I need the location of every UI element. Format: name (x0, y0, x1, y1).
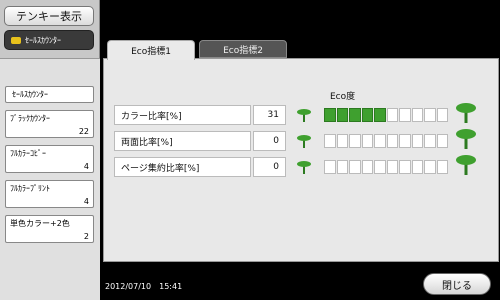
eco-level-segment (336, 160, 348, 174)
row-label: 両面比率[%] (114, 131, 251, 151)
eco-level-bar (324, 160, 448, 174)
large-tree-icon (456, 129, 476, 149)
row-value: 31 (253, 105, 286, 125)
indicator-icon (11, 36, 21, 44)
eco-level-segment (411, 160, 423, 174)
eco-level-segment (386, 160, 398, 174)
tab-eco-index-1[interactable]: Eco指標1 (107, 40, 195, 60)
counter-single-color: 単色カラー+2色 2 (5, 215, 94, 243)
sales-counter-button[interactable]: ｾｰﾙｽｶｳﾝﾀｰ (4, 30, 94, 50)
counter-value: 2 (83, 232, 89, 241)
eco-level-segment (386, 134, 398, 148)
eco-level-segment (349, 160, 361, 174)
eco-level-segment (361, 134, 373, 148)
eco-level-segment (411, 108, 423, 122)
eco-level-segment (374, 108, 386, 122)
eco-row-duplex-ratio: 両面比率[%] 0 (114, 129, 494, 151)
eco-level-segment (436, 134, 448, 148)
eco-level-segment (374, 134, 386, 148)
small-tree-icon (297, 109, 311, 122)
counter-label: ﾌﾙｶﾗｰﾌﾟﾘﾝﾄ (10, 184, 50, 193)
main-panel: Eco指標1 Eco指標2 Eco度 カラー比率[%] 31 両面比率[%] 0 (100, 0, 500, 300)
counter-value: 4 (83, 162, 89, 171)
tenkey-display-button[interactable]: テンキー表示 (4, 6, 94, 26)
small-tree-icon (297, 161, 311, 174)
eco-level-segment (336, 134, 348, 148)
eco-level-segment (324, 160, 336, 174)
eco-level-segment (399, 160, 411, 174)
eco-level-bar (324, 134, 448, 148)
row-value: 0 (253, 157, 286, 177)
counter-black: ﾌﾞﾗｯｸｶｳﾝﾀｰ 22 (5, 110, 94, 138)
eco-level-bar (324, 108, 448, 122)
tab-eco-index-2[interactable]: Eco指標2 (199, 40, 287, 58)
row-value: 0 (253, 131, 286, 151)
counter-label: ﾌﾙｶﾗｰｺﾋﾟｰ (10, 149, 46, 158)
eco-content-panel: Eco度 カラー比率[%] 31 両面比率[%] 0 ページ集約比率[%] 0 (103, 58, 499, 262)
counter-label: ﾌﾞﾗｯｸｶｳﾝﾀｰ (10, 114, 50, 123)
datetime-display: 2012/07/10 15:41 (105, 282, 183, 291)
eco-level-segment (424, 108, 436, 122)
large-tree-icon (456, 103, 476, 123)
row-label: ページ集約比率[%] (114, 157, 251, 177)
eco-level-segment (436, 108, 448, 122)
eco-level-segment (411, 134, 423, 148)
eco-level-segment (336, 108, 348, 122)
close-button[interactable]: 閉じる (423, 273, 491, 295)
counter-fullcolor-print: ﾌﾙｶﾗｰﾌﾟﾘﾝﾄ 4 (5, 180, 94, 208)
counter-value: 22 (78, 127, 89, 136)
left-sidebar: テンキー表示 ｾｰﾙｽｶｳﾝﾀｰ ｾｰﾙｽｶｳﾝﾀｰ ﾌﾞﾗｯｸｶｳﾝﾀｰ 22… (0, 0, 100, 300)
eco-level-segment (386, 108, 398, 122)
row-label: カラー比率[%] (114, 105, 251, 125)
eco-row-color-ratio: カラー比率[%] 31 (114, 103, 494, 125)
eco-level-segment (424, 160, 436, 174)
eco-level-segment (324, 108, 336, 122)
counter-title: ｾｰﾙｽｶｳﾝﾀｰ (5, 86, 94, 103)
counter-label: 単色カラー+2色 (10, 219, 70, 228)
eco-level-segment (436, 160, 448, 174)
small-tree-icon (297, 135, 311, 148)
eco-level-segment (349, 134, 361, 148)
sales-counter-button-label: ｾｰﾙｽｶｳﾝﾀｰ (25, 35, 61, 45)
counter-fullcolor-copy: ﾌﾙｶﾗｰｺﾋﾟｰ 4 (5, 145, 94, 173)
eco-level-segment (424, 134, 436, 148)
eco-level-header: Eco度 (330, 92, 356, 102)
large-tree-icon (456, 155, 476, 175)
eco-level-segment (399, 134, 411, 148)
eco-level-segment (361, 160, 373, 174)
eco-row-page-combine-ratio: ページ集約比率[%] 0 (114, 155, 494, 177)
counter-value: 4 (83, 197, 89, 206)
eco-level-segment (324, 134, 336, 148)
eco-level-segment (349, 108, 361, 122)
eco-level-segment (361, 108, 373, 122)
eco-level-segment (399, 108, 411, 122)
eco-level-segment (374, 160, 386, 174)
